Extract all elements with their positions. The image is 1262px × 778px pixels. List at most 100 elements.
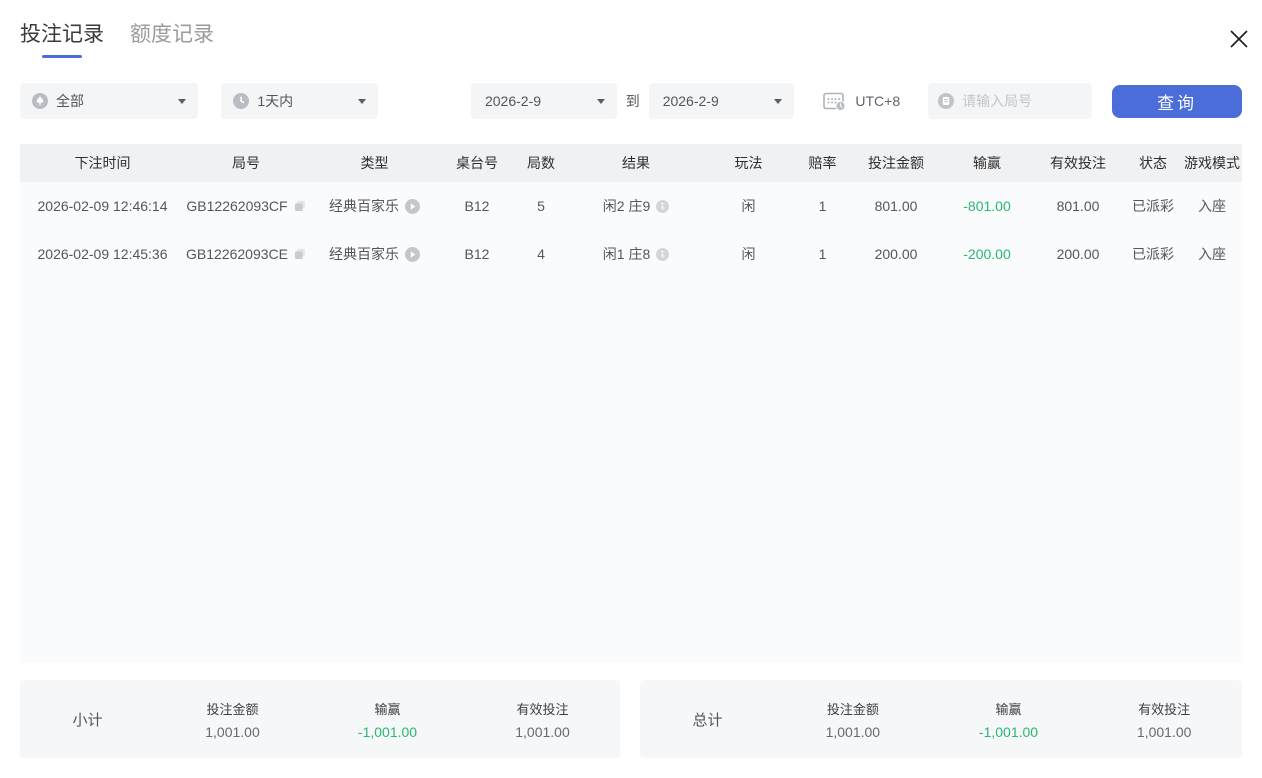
table-row: 2026-02-09 12:45:36 GB12262093CE 经典百家乐 B… [20, 230, 1242, 278]
cell-game-mode: 入座 [1182, 196, 1242, 216]
cell-play: 闲 [702, 196, 795, 216]
header-bet-amount: 投注金额 [850, 153, 942, 173]
header-odds: 赔率 [795, 153, 850, 173]
game-no-text: GB12262093CE [186, 246, 288, 262]
clock-icon [233, 93, 249, 109]
stat-label: 投注金额 [775, 699, 931, 718]
total-win-loss: 输赢 -1,001.00 [931, 699, 1087, 740]
stat-value: 1,001.00 [155, 724, 310, 740]
cell-game-mode: 入座 [1182, 244, 1242, 264]
cell-table-no: B12 [442, 198, 512, 214]
stat-value: -1,001.00 [931, 724, 1087, 740]
filter-bar: 全部 1天内 2026-2-9 到 2026-2-9 UTC+8 [20, 83, 1242, 119]
date-from-value: 2026-2-9 [485, 93, 589, 109]
result-text: 闲1 庄8 [603, 244, 650, 264]
query-button[interactable]: 查询 [1112, 85, 1242, 118]
table-row: 2026-02-09 12:46:14 GB12262093CF 经典百家乐 B… [20, 182, 1242, 230]
period-select-value: 1天内 [257, 91, 350, 111]
subtotal-win-loss: 输赢 -1,001.00 [310, 699, 465, 740]
info-icon[interactable] [656, 248, 669, 261]
tab-quota-records[interactable]: 额度记录 [130, 18, 214, 58]
period-select[interactable]: 1天内 [221, 83, 378, 119]
total-bet-amount: 投注金额 1,001.00 [775, 699, 931, 740]
cell-result: 闲2 庄9 [570, 196, 702, 216]
cell-bet-amount: 801.00 [850, 198, 942, 214]
cell-odds: 1 [795, 198, 850, 214]
spade-icon [32, 93, 48, 109]
header-type: 类型 [307, 153, 442, 173]
close-icon [1228, 28, 1250, 50]
result-text: 闲2 庄9 [603, 196, 650, 216]
stat-value: -1,001.00 [310, 724, 465, 740]
date-to-select[interactable]: 2026-2-9 [649, 83, 795, 119]
tab-bar: 投注记录 额度记录 [20, 18, 1262, 58]
date-from-select[interactable]: 2026-2-9 [471, 83, 617, 119]
stat-label: 输赢 [931, 699, 1087, 718]
cell-round: 4 [512, 246, 570, 262]
subtotal-valid-bet: 有效投注 1,001.00 [465, 699, 620, 740]
copy-icon[interactable] [294, 248, 306, 260]
date-between-label: 到 [626, 91, 640, 111]
tab-bet-records[interactable]: 投注记录 [20, 18, 104, 58]
total-label: 总计 [640, 709, 775, 730]
caret-down-icon [358, 99, 366, 104]
close-button[interactable] [1224, 24, 1254, 54]
stat-value: 1,001.00 [1086, 724, 1242, 740]
header-play: 玩法 [702, 153, 795, 173]
category-select[interactable]: 全部 [20, 83, 198, 119]
info-icon[interactable] [656, 200, 669, 213]
search-input[interactable] [962, 93, 1082, 109]
date-to-value: 2026-2-9 [663, 93, 767, 109]
type-text: 经典百家乐 [329, 244, 399, 264]
summary-bar: 小计 投注金额 1,001.00 输赢 -1,001.00 有效投注 1,001… [20, 680, 1242, 758]
header-result: 结果 [570, 153, 702, 173]
copy-icon[interactable] [294, 200, 306, 212]
cell-game-no: GB12262093CE [185, 246, 307, 262]
tab-quota-records-label: 额度记录 [130, 23, 214, 46]
stat-label: 有效投注 [1086, 699, 1242, 718]
cell-valid-bet: 200.00 [1032, 246, 1124, 262]
caret-down-icon [178, 99, 186, 104]
play-icon[interactable] [405, 199, 420, 214]
header-status: 状态 [1124, 153, 1182, 173]
stat-label: 投注金额 [155, 699, 310, 718]
cell-type: 经典百家乐 [307, 196, 442, 216]
stat-label: 有效投注 [465, 699, 620, 718]
cell-table-no: B12 [442, 246, 512, 262]
timezone-label: UTC+8 [855, 93, 900, 109]
total-panel: 总计 投注金额 1,001.00 输赢 -1,001.00 有效投注 1,001… [640, 680, 1242, 758]
total-valid-bet: 有效投注 1,001.00 [1086, 699, 1242, 740]
timezone-control[interactable]: UTC+8 [822, 90, 900, 112]
stat-value: 1,001.00 [465, 724, 620, 740]
cell-round: 5 [512, 198, 570, 214]
header-table-no: 桌台号 [442, 153, 512, 173]
cell-win-loss: -801.00 [942, 198, 1032, 214]
cell-game-no: GB12262093CF [185, 198, 307, 214]
tab-bet-records-label: 投注记录 [20, 23, 104, 46]
game-number-search[interactable] [928, 83, 1092, 119]
subtotal-bet-amount: 投注金额 1,001.00 [155, 699, 310, 740]
caret-down-icon [774, 99, 782, 104]
header-game-no: 局号 [185, 153, 307, 173]
cell-valid-bet: 801.00 [1032, 198, 1124, 214]
caret-down-icon [597, 99, 605, 104]
game-no-text: GB12262093CF [186, 198, 287, 214]
header-bet-time: 下注时间 [20, 153, 185, 173]
header-round: 局数 [512, 153, 570, 173]
header-valid-bet: 有效投注 [1032, 153, 1124, 173]
calendar-clock-icon [822, 90, 847, 112]
cell-type: 经典百家乐 [307, 244, 442, 264]
header-win-loss: 输赢 [942, 153, 1032, 173]
record-icon [938, 93, 954, 109]
bet-records-table: 下注时间 局号 类型 桌台号 局数 结果 玩法 赔率 投注金额 输赢 有效投注 … [20, 144, 1242, 663]
cell-bet-amount: 200.00 [850, 246, 942, 262]
cell-result: 闲1 庄8 [570, 244, 702, 264]
play-icon[interactable] [405, 247, 420, 262]
header-game-mode: 游戏模式 [1182, 153, 1242, 173]
cell-status: 已派彩 [1124, 196, 1182, 216]
active-tab-underline [42, 55, 82, 58]
cell-bet-time: 2026-02-09 12:45:36 [20, 246, 185, 262]
subtotal-label: 小计 [20, 709, 155, 730]
cell-status: 已派彩 [1124, 244, 1182, 264]
stat-label: 输赢 [310, 699, 465, 718]
